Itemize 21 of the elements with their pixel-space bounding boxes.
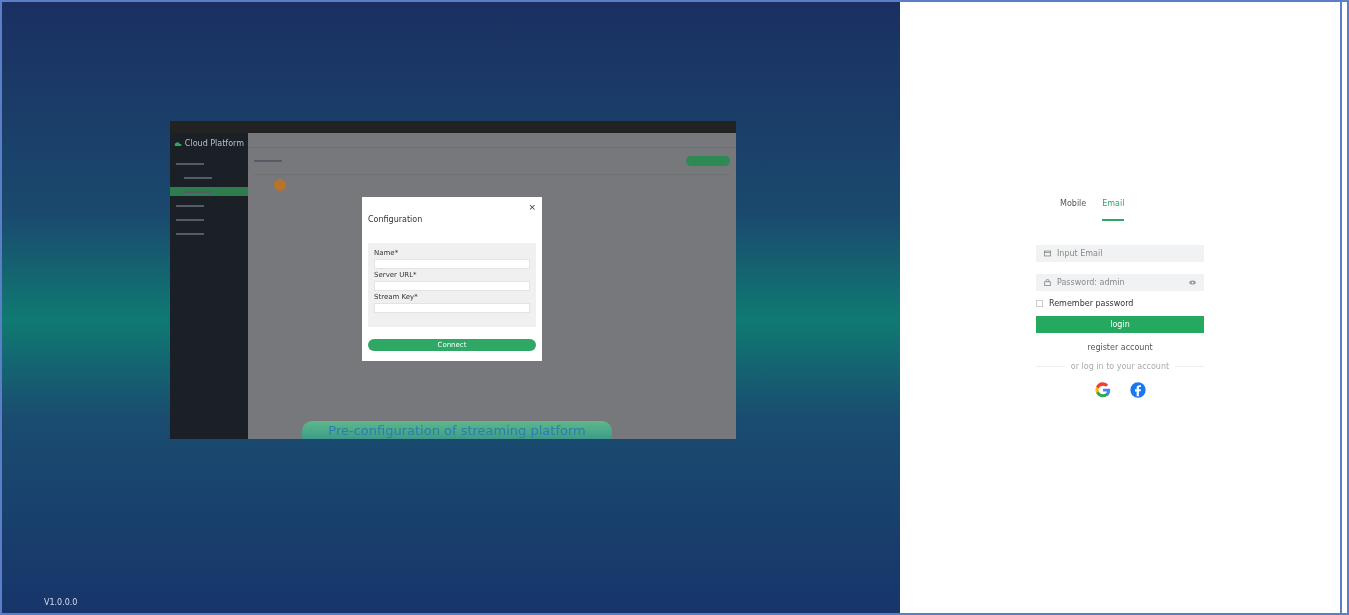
cloud-icon [174,140,182,147]
brand-name: Cloud Platform [184,139,244,148]
dialog-title: Configuration [368,215,423,224]
eye-icon[interactable] [1189,280,1196,285]
envelope-icon [1044,250,1051,257]
register-link[interactable]: register account [1087,343,1153,352]
lock-icon [1044,279,1051,286]
login-tab[interactable]: Mobile [1060,199,1087,219]
close-icon[interactable]: × [528,203,536,212]
version-label: V1.0.0.0 [44,598,78,607]
google-icon[interactable] [1093,381,1112,399]
avatar-icon [274,179,286,191]
facebook-icon[interactable] [1128,381,1147,399]
password-field[interactable]: Password: admin [1036,274,1204,291]
email-field[interactable]: Input Email [1036,245,1204,262]
input-field[interactable] [374,259,530,269]
divider-text: or log in to your account [1070,362,1170,371]
input-field[interactable] [374,281,530,291]
remember-label: Remember password [1049,299,1134,308]
checkbox[interactable] [1036,300,1043,307]
input-field[interactable] [374,303,530,313]
